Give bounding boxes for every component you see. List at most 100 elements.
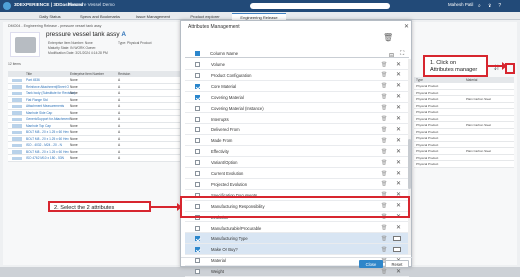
trash-icon[interactable]: 🗑 — [381, 127, 387, 133]
trash-icon[interactable]: 🗑 — [381, 149, 387, 155]
trash-icon[interactable]: 🗑 — [381, 94, 387, 100]
tab-product-explorer[interactable]: Product explorer — [180, 13, 230, 20]
tab-issue-management[interactable]: Issue Management — [128, 13, 178, 20]
trash-icon[interactable]: 🗑 — [381, 72, 387, 78]
hide-icon[interactable]: ✕ — [396, 93, 401, 100]
attribute-row[interactable]: Covering Material 🗑 ✕ — [185, 92, 409, 103]
column-header[interactable]: Material — [466, 78, 477, 82]
trash-icon[interactable]: 🗑 — [381, 116, 387, 122]
trash-icon[interactable]: 🗑 — [383, 33, 393, 42]
row-title[interactable]: Part 4536 — [26, 78, 40, 82]
attribute-checkbox[interactable] — [195, 138, 200, 144]
attribute-row[interactable]: Product Configuration 🗑 ✕ — [185, 70, 409, 81]
attribute-row[interactable]: Manufacturing Type 🗑 — [185, 233, 409, 245]
column-header[interactable]: Type — [416, 78, 423, 82]
column-header[interactable]: Enterprise Item Number — [70, 72, 104, 76]
hide-icon[interactable]: ✕ — [396, 104, 401, 111]
attribute-checkbox[interactable] — [195, 149, 200, 155]
tab-daily-status[interactable]: Daily Status — [28, 13, 72, 20]
hide-icon[interactable]: ✕ — [396, 180, 401, 187]
trash-icon[interactable]: 🗑 — [381, 236, 387, 242]
row-title[interactable]: Manhole Top Cap — [26, 124, 51, 128]
attribute-row[interactable]: Interrupts 🗑 ✕ — [185, 114, 409, 125]
column-header[interactable]: Revision — [118, 72, 130, 76]
hide-icon[interactable]: ✕ — [396, 159, 401, 166]
row-title[interactable]: BOLT M8 - 20 x 1.25 x 60 Hex — [26, 150, 69, 154]
attribute-checkbox[interactable] — [195, 72, 200, 78]
row-title[interactable]: Tank body (Substitute for Revision) — [26, 91, 75, 95]
dashboard-context[interactable]: Pressure Vessel Demo — [68, 2, 115, 7]
trash-icon[interactable]: 🗑 — [381, 62, 387, 68]
hide-icon[interactable]: ✕ — [396, 137, 401, 144]
trash-icon[interactable]: 🗑 — [381, 171, 387, 177]
attribute-row[interactable]: Delivered From 🗑 ✕ — [185, 124, 409, 136]
hide-icon[interactable]: ✕ — [396, 148, 401, 155]
search-input[interactable] — [250, 3, 390, 9]
row-title[interactable]: Attachment Measurements — [26, 104, 64, 108]
attribute-row[interactable]: Manufacturable/Procurable 🗑 ✕ — [185, 223, 409, 234]
value-field[interactable] — [393, 246, 401, 252]
row-title[interactable]: BOLT M8 - 20 x 1.25 x 60 Hex — [26, 130, 69, 134]
row-title[interactable]: GenericSupport for Attachment — [26, 117, 70, 121]
attributes-manager-icon[interactable] — [505, 63, 515, 74]
user-name[interactable]: Mahesh Patil — [448, 2, 473, 7]
attribute-checkbox[interactable] — [195, 181, 200, 187]
attribute-row[interactable]: Current Evolution 🗑 ✕ — [185, 168, 409, 179]
trash-icon[interactable]: 🗑 — [381, 225, 387, 231]
tab-specs-bookmarks[interactable]: Specs and Bookmarks — [74, 13, 126, 20]
attribute-checkbox[interactable] — [195, 269, 200, 275]
attribute-checkbox[interactable] — [195, 236, 200, 242]
attribute-row[interactable]: Variant/Option 🗑 ✕ — [185, 157, 409, 168]
attribute-checkbox[interactable] — [195, 62, 200, 67]
row-title[interactable]: ISO 4762 M10 x 180 - 53N — [26, 156, 64, 160]
attribute-checkbox[interactable] — [195, 127, 200, 133]
attribute-row[interactable]: Effectivity 🗑 ✕ — [185, 146, 409, 158]
attribute-row[interactable]: Made From 🗑 ✕ — [185, 135, 409, 147]
attribute-checkbox[interactable] — [195, 247, 200, 253]
hide-icon[interactable]: ✕ — [396, 115, 401, 122]
hide-icon[interactable]: ✕ — [396, 224, 401, 231]
trash-icon[interactable]: 🗑 — [381, 160, 387, 166]
table-row[interactable]: Physical Product — [414, 161, 514, 168]
tab-engineering-release[interactable]: Engineering Release — [232, 13, 286, 20]
trash-icon[interactable]: 🗑 — [381, 269, 387, 275]
trash-icon[interactable]: 🗑 — [381, 181, 387, 187]
trash-icon[interactable]: 🗑 — [381, 83, 387, 89]
attribute-checkbox[interactable] — [195, 105, 200, 111]
hide-icon[interactable]: ✕ — [396, 61, 401, 68]
attribute-row[interactable]: Make Or Buy? 🗑 — [185, 244, 409, 256]
close-icon[interactable]: ✕ — [404, 23, 409, 30]
column-header[interactable]: Title — [26, 72, 32, 76]
hide-icon[interactable]: ✕ — [396, 82, 401, 89]
row-title[interactable]: Manhole Side Cap — [26, 111, 52, 115]
attribute-row[interactable]: Core Material 🗑 ✕ — [185, 81, 409, 92]
attribute-checkbox[interactable] — [195, 225, 200, 231]
topbar-icons[interactable]: ⌕ ⇪ ? — [478, 3, 504, 9]
attribute-row[interactable]: Volume 🗑 ✕ — [185, 59, 409, 70]
row-title[interactable]: Flat Flange Std — [26, 98, 48, 102]
attribute-row[interactable]: Projected Evolution 🗑 ✕ — [185, 179, 409, 190]
compass-icon[interactable] — [3, 2, 11, 10]
trash-icon[interactable]: 🗑 — [381, 247, 387, 253]
scrollbar[interactable] — [408, 59, 411, 255]
select-all-checkbox[interactable] — [195, 51, 200, 56]
attribute-row[interactable]: Covering Material (Instance) 🗑 ✕ — [185, 103, 409, 114]
table-row[interactable]: ISO 4762 M10 x 180 - 53N None A — [8, 155, 180, 162]
attribute-checkbox[interactable] — [195, 171, 200, 176]
row-title[interactable]: Reinforce Attachment|Sheet O — [26, 85, 69, 89]
hide-icon[interactable]: ✕ — [396, 268, 401, 275]
hide-icon[interactable]: ✕ — [396, 170, 401, 177]
attribute-checkbox[interactable] — [195, 160, 200, 166]
row-title[interactable]: BOLT M8 - 20 x 1.25 x 60 Hex — [26, 137, 69, 141]
trash-icon[interactable]: 🗑 — [381, 105, 387, 111]
value-field[interactable] — [393, 235, 401, 241]
attribute-checkbox[interactable] — [195, 116, 200, 122]
row-ein: None — [70, 91, 78, 95]
hide-icon[interactable]: ✕ — [396, 126, 401, 133]
trash-icon[interactable]: 🗑 — [381, 138, 387, 144]
row-title[interactable]: ISO - 4032 - M24 - 20 - N — [26, 143, 62, 147]
product-icon — [12, 85, 22, 89]
attribute-checkbox[interactable] — [195, 94, 200, 100]
attribute-checkbox[interactable] — [195, 83, 200, 89]
hide-icon[interactable]: ✕ — [396, 71, 401, 78]
